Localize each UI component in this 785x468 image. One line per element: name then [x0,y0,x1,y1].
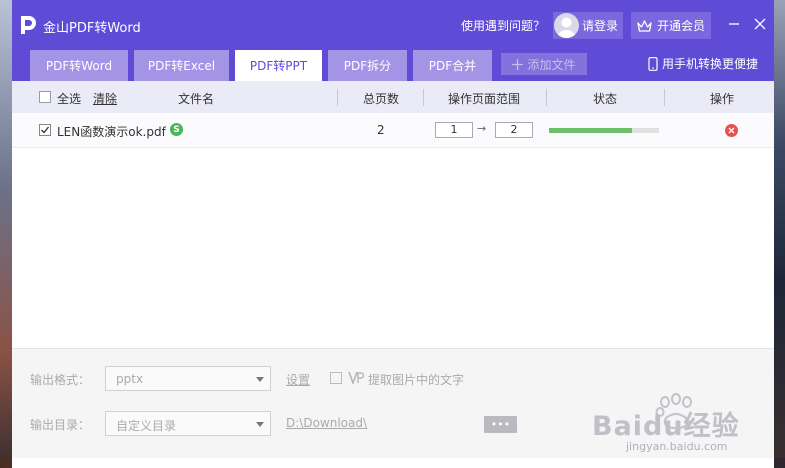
crown-icon [637,19,652,32]
row-checkbox[interactable] [39,124,51,136]
baidu-watermark: Baidu经验 jingyan.baidu.com [592,384,742,459]
desktop-background-left [0,0,12,468]
tab-pdf-to-word[interactable]: PDF转Word [30,50,128,81]
column-filename: 文件名 [178,92,215,106]
avatar-icon [554,13,579,38]
phone-convert-link[interactable]: 用手机转换更便捷 [648,55,758,72]
phone-convert-label: 用手机转换更便捷 [662,57,759,71]
clear-link[interactable]: 清除 [93,90,117,107]
output-format-label: 输出格式： [30,373,91,387]
login-label: 请登录 [582,19,619,33]
output-format-value: pptx [116,372,144,386]
browse-button[interactable]: ••• [484,416,517,433]
select-all-checkbox[interactable] [39,91,51,103]
column-divider [664,89,665,106]
delete-icon[interactable] [725,124,738,137]
tabs-bar: PDF转Word PDF转Excel PDF转PPT PDF拆分 PDF合并 添… [12,40,774,81]
plus-icon [512,58,524,70]
help-link[interactable]: 使用遇到问题？ [461,17,545,34]
minimize-icon[interactable] [724,14,744,34]
column-status: 状态 [593,92,618,106]
table-row[interactable]: LEN函数演示ok.pdf S 2 1 → 2 [12,113,774,148]
phone-icon [648,56,658,71]
chevron-down-icon [256,422,264,427]
settings-link[interactable]: 设置 [286,371,310,388]
chevron-down-icon [256,377,264,382]
output-format-select[interactable]: pptx [105,366,271,391]
conversion-progress-bar [549,128,659,133]
add-file-button[interactable]: 添加文件 [501,53,587,75]
tab-pdf-split[interactable]: PDF拆分 [328,50,407,81]
watermark-url: jingyan.baidu.com [626,440,728,453]
range-from-input[interactable]: 1 [435,122,473,138]
tab-pdf-to-ppt[interactable]: PDF转PPT [235,50,322,81]
vip-button[interactable]: 开通会员 [631,12,711,39]
column-divider [546,89,547,106]
column-divider [337,89,338,106]
extract-text-label: 提取图片中的文字 [368,373,465,387]
watermark-brand: Baidu经验 [592,411,740,442]
column-page-range: 操作页面范围 [448,92,521,106]
column-divider [423,89,424,106]
output-dir-select[interactable]: 自定义目录 [105,411,271,436]
select-all-label: 全选 [57,92,82,106]
tab-pdf-to-excel[interactable]: PDF转Excel [134,50,229,81]
vip-mark-icon [348,371,364,384]
check-icon [41,126,50,134]
tab-pdf-merge[interactable]: PDF合并 [413,50,492,81]
app-logo-icon [21,16,36,34]
extract-text-checkbox[interactable] [330,372,342,384]
close-icon[interactable] [750,14,770,34]
desktop-background-right [773,0,785,468]
range-to-input[interactable]: 2 [495,122,533,138]
column-action: 操作 [710,92,735,106]
table-header: 全选 清除 文件名 总页数 操作页面范围 状态 操作 [12,81,774,113]
progress-fill [549,128,632,133]
vip-label: 开通会员 [656,19,705,33]
file-name: LEN函数演示ok.pdf [57,125,166,139]
range-arrow-icon: → [477,122,487,135]
output-dir-path[interactable]: D:\Download\ [286,416,367,430]
file-badge-icon: S [170,123,183,136]
file-total-pages: 2 [377,123,385,137]
output-dir-label: 输出目录： [30,418,91,432]
column-total-pages: 总页数 [363,92,400,106]
output-dir-value: 自定义目录 [116,419,177,433]
login-button[interactable]: 请登录 [553,12,623,39]
app-title: 金山PDF转Word [43,21,141,36]
add-file-label: 添加文件 [527,57,576,72]
